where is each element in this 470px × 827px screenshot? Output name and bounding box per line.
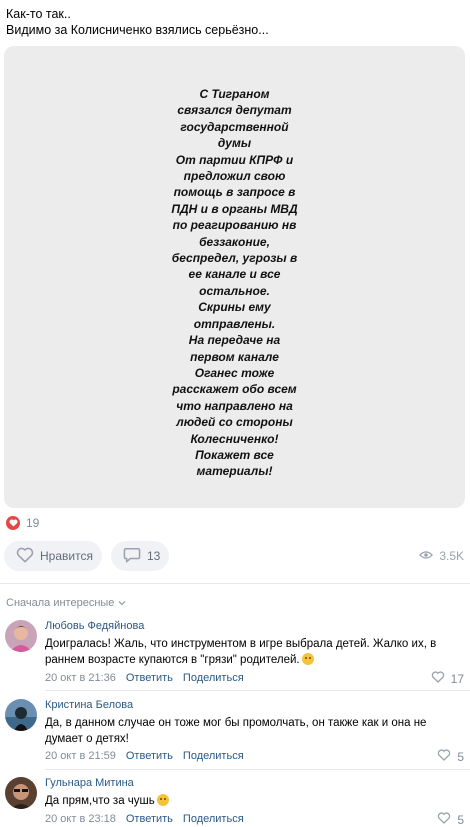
- divider: [45, 690, 470, 691]
- story-line: От партии КПРФ и: [175, 152, 294, 167]
- comment-likes-count: 17: [450, 671, 464, 686]
- comment-button[interactable]: 13: [111, 541, 169, 571]
- comment-text: Доигралась! Жаль, что инструментом в игр…: [45, 638, 437, 666]
- heart-outline-icon: [437, 812, 451, 827]
- comments-sort-dropdown[interactable]: Сначала интересные: [6, 597, 126, 609]
- comment-date[interactable]: 20 окт в 21:36: [45, 672, 116, 684]
- comment-date[interactable]: 20 окт в 21:59: [45, 750, 116, 762]
- story-line: Оганес тоже: [194, 365, 275, 380]
- divider: [45, 769, 470, 770]
- story-line: предложил свою: [183, 169, 286, 184]
- share-link[interactable]: Поделиться: [183, 672, 244, 684]
- comment-likes-count: 5: [457, 812, 464, 827]
- views-counter: 3.5K: [419, 549, 464, 563]
- like-label: Нравится: [40, 549, 93, 563]
- comment-like-button[interactable]: 5: [437, 749, 464, 764]
- reply-link[interactable]: Ответить: [126, 672, 173, 684]
- comment-author[interactable]: Гульнара Митина: [45, 777, 134, 789]
- post-text-line-2: Видимо за Колисниченко взялись серьёзно.…: [6, 23, 269, 37]
- reply-link[interactable]: Ответить: [126, 813, 173, 825]
- comments-count: 13: [147, 549, 161, 563]
- story-line: государственной: [180, 119, 289, 134]
- reactions-count: 19: [26, 516, 40, 530]
- story-line: Скрины ему: [198, 300, 271, 315]
- comment-item: Любовь Федяйнова Доигралась! Жаль, что и…: [0, 620, 470, 690]
- story-line: первом канале: [190, 349, 279, 364]
- divider: [0, 583, 470, 584]
- story-line: С Тиграном: [199, 87, 270, 101]
- chevron-down-icon: [118, 597, 126, 609]
- post-text-line-1: Как-то так..: [6, 7, 71, 21]
- story-line: материалы!: [196, 464, 273, 479]
- comment-meta: 20 окт в 21:59 Ответить Поделиться: [45, 750, 244, 762]
- comment-likes-count: 5: [457, 749, 464, 764]
- story-line: На передаче на: [188, 333, 281, 348]
- share-link[interactable]: Поделиться: [183, 813, 244, 825]
- story-line: отправлены.: [193, 316, 276, 331]
- comment-date[interactable]: 20 окт в 23:18: [45, 813, 116, 825]
- comment-icon: [123, 547, 141, 566]
- like-button[interactable]: Нравится: [4, 541, 102, 571]
- comment-text: Да, в данном случае он тоже мог бы промо…: [45, 717, 427, 745]
- story-line: расскажет обо всем: [172, 382, 297, 397]
- comment-item: Гульнара Митина Да прям,что за чушь 20 о…: [0, 777, 470, 827]
- heart-outline-icon: [437, 749, 451, 764]
- story-line: думы: [217, 136, 252, 151]
- story-line: ПДН и в органы МВД: [171, 201, 298, 216]
- reactions-summary[interactable]: 19: [6, 516, 39, 530]
- sort-label: Сначала интересные: [6, 597, 115, 609]
- emoji-icon: [156, 794, 169, 806]
- story-line: по реагированию нв: [172, 218, 297, 233]
- comment-like-button[interactable]: 5: [437, 812, 464, 827]
- story-line: беспредел, угрозы в: [171, 251, 298, 266]
- views-count: 3.5K: [439, 549, 464, 563]
- emoji-icon: [301, 653, 314, 665]
- comment-like-button[interactable]: 17: [431, 671, 464, 686]
- heart-outline-icon: [16, 547, 34, 566]
- comment-text: Да прям,что за чушь: [45, 793, 445, 809]
- story-line: связался депутат: [177, 103, 292, 118]
- comment-author[interactable]: Любовь Федяйнова: [45, 620, 144, 632]
- heart-icon: [6, 516, 20, 530]
- story-line: беззаконие,: [199, 234, 270, 249]
- story-image[interactable]: С Тиграном связался депутат государствен…: [4, 46, 465, 508]
- story-line: ее канале и все: [188, 267, 281, 282]
- avatar[interactable]: [5, 699, 37, 731]
- story-line: Покажет все: [195, 447, 274, 462]
- avatar[interactable]: [5, 620, 37, 652]
- post-text: Как-то так.. Видимо за Колисниченко взял…: [6, 6, 269, 38]
- post-actions: Нравится 13 3.5K: [0, 541, 470, 575]
- story-line: людей со стороны: [176, 415, 293, 430]
- avatar[interactable]: [5, 777, 37, 809]
- story-line: Колесниченко!: [190, 431, 279, 446]
- heart-outline-icon: [431, 671, 445, 686]
- reply-link[interactable]: Ответить: [126, 750, 173, 762]
- story-line: помощь в запросе в: [173, 185, 296, 200]
- comment-author[interactable]: Кристина Белова: [45, 699, 133, 711]
- story-line: что направлено на: [176, 398, 293, 413]
- comment-meta: 20 окт в 23:18 Ответить Поделиться: [45, 813, 244, 825]
- eye-icon: [419, 549, 434, 563]
- story-line: остальное.: [199, 283, 270, 298]
- comment-meta: 20 окт в 21:36 Ответить Поделиться: [45, 672, 244, 684]
- story-text: С Тиграном связался депутат государствен…: [4, 86, 465, 480]
- share-link[interactable]: Поделиться: [183, 750, 244, 762]
- comment-item: Кристина Белова Да, в данном случае он т…: [0, 699, 470, 769]
